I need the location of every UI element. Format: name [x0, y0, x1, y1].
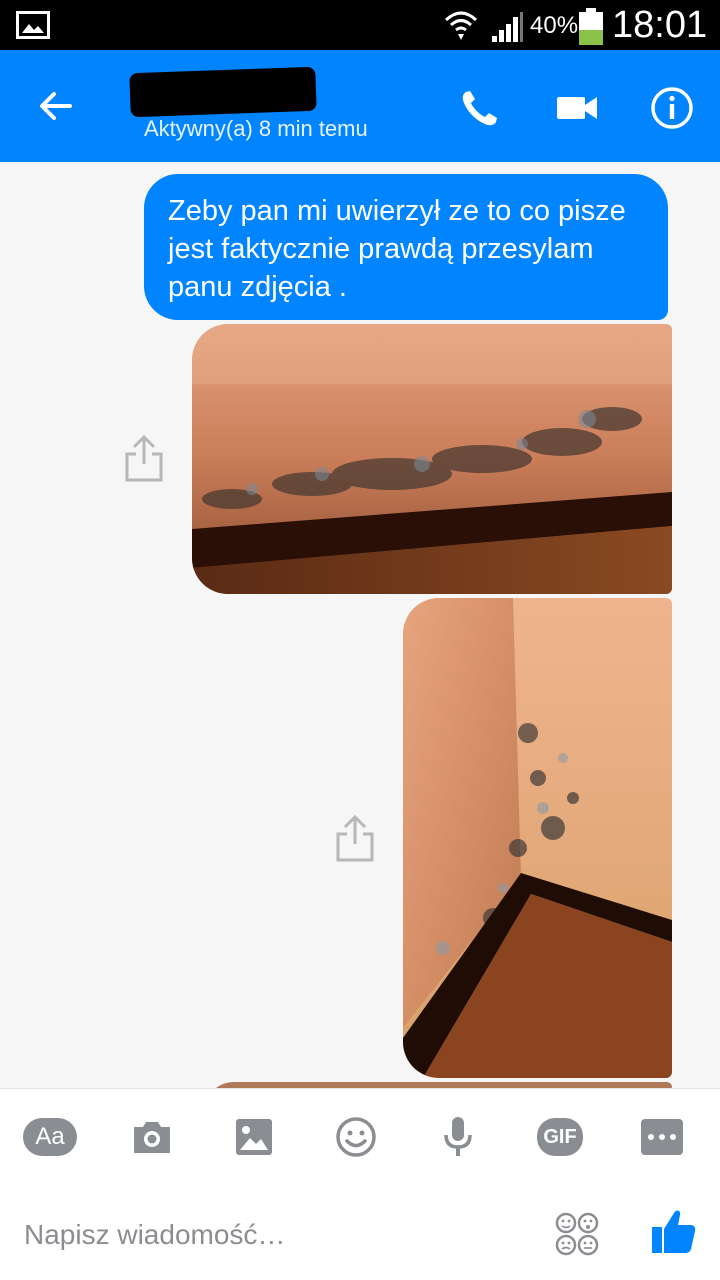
aa-label: Aa — [23, 1118, 77, 1156]
back-arrow-icon[interactable] — [32, 82, 80, 130]
battery-percent: 40% — [530, 12, 579, 39]
contact-status: Aktywny(a) 8 min temu — [144, 116, 368, 141]
status-bar: 40% 18:01 — [0, 0, 720, 50]
camera-icon[interactable] — [124, 1111, 180, 1163]
like-icon[interactable] — [650, 1207, 696, 1255]
message-list[interactable]: Zeby pan mi uwierzył ze to co pisze jest… — [0, 162, 720, 1088]
battery-icon — [578, 8, 604, 51]
photo-message[interactable] — [403, 598, 672, 1078]
message-input[interactable] — [24, 1213, 524, 1257]
message-bubble[interactable]: Zeby pan mi uwierzył ze to co pisze jest… — [144, 174, 668, 320]
emoji-icon[interactable] — [328, 1111, 384, 1163]
video-camera-icon[interactable] — [554, 84, 602, 132]
phone-icon[interactable] — [456, 84, 504, 132]
more-icon[interactable] — [634, 1111, 690, 1163]
aa-icon[interactable]: Aa — [22, 1111, 78, 1163]
share-icon[interactable] — [122, 434, 166, 484]
gif-icon[interactable]: GIF — [532, 1111, 588, 1163]
share-icon[interactable] — [333, 814, 377, 864]
sticker-icon[interactable] — [554, 1211, 600, 1257]
message-composer: Aa GIF — [0, 1088, 720, 1280]
gallery-icon — [16, 11, 50, 44]
conversation-header: Aktywny(a) 8 min temu — [0, 50, 720, 162]
clock: 18:01 — [612, 4, 708, 46]
image-icon[interactable] — [226, 1111, 282, 1163]
microphone-icon[interactable] — [430, 1111, 486, 1163]
gif-label: GIF — [537, 1118, 583, 1156]
wifi-icon — [444, 8, 478, 47]
info-icon[interactable] — [648, 84, 696, 132]
signal-icon — [490, 10, 524, 49]
contact-name-redacted[interactable] — [129, 66, 317, 118]
photo-message[interactable] — [192, 324, 672, 594]
